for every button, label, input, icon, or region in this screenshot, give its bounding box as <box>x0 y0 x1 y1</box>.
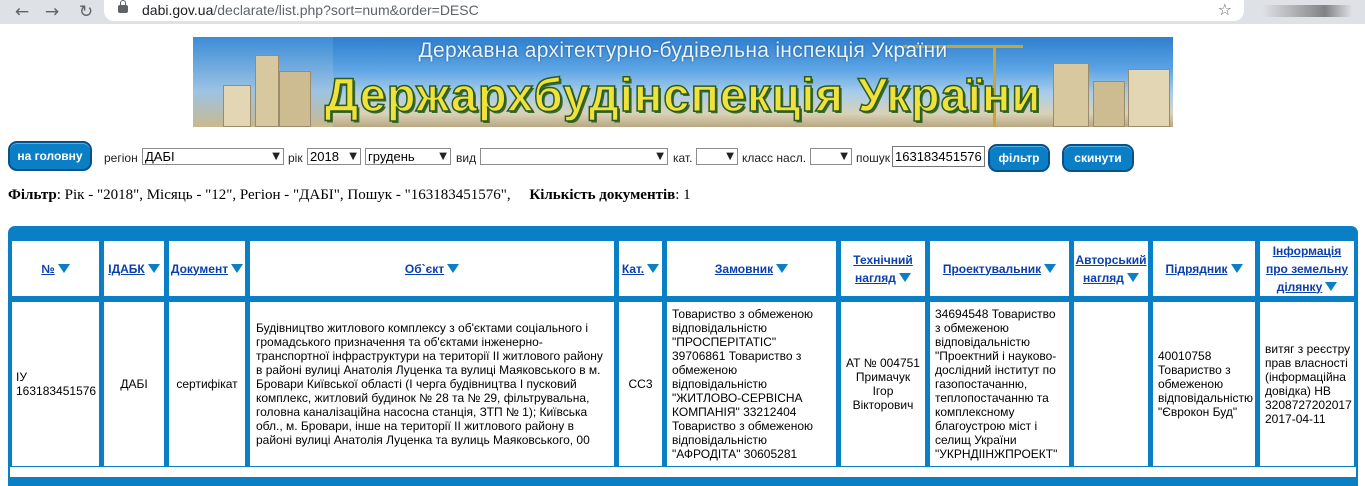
sort-arrow-icon[interactable] <box>1325 281 1338 291</box>
cell-designer: 34694548 Товариство з обмеженою відповід… <box>929 301 1070 467</box>
sort-arrow-icon[interactable] <box>231 264 244 273</box>
banner-title: Держархбудінспекція України <box>324 67 1042 122</box>
year-select[interactable]: 2018 ▼ <box>307 148 361 165</box>
sort-arrow-icon[interactable] <box>447 264 460 273</box>
chevron-down-icon: ▼ <box>349 151 357 162</box>
header-land-info[interactable]: Інформація про земельну ділянку <box>1259 240 1355 297</box>
browser-toolbar: ← → ↻ dabi.gov.ua/declarate/list.php?sor… <box>0 0 1365 24</box>
filter-button[interactable]: фільтр <box>988 144 1050 172</box>
sort-arrow-icon[interactable] <box>147 264 160 273</box>
header-category[interactable]: Кат. <box>618 240 663 297</box>
extensions-area <box>1262 5 1352 17</box>
sort-arrow-icon[interactable] <box>1044 264 1057 273</box>
cell-document: сертифікат <box>168 301 246 467</box>
class-select[interactable]: ▼ <box>810 148 852 165</box>
lock-icon <box>118 0 128 13</box>
region-select[interactable]: ДАБІ ▼ <box>142 148 284 165</box>
chevron-down-icon: ▼ <box>439 151 447 162</box>
sort-arrow-icon[interactable] <box>1230 264 1243 273</box>
cell-land-info: витяг з реєстру прав власності (інформац… <box>1259 301 1355 467</box>
cell-category: СС3 <box>618 301 663 467</box>
reload-icon[interactable]: ↻ <box>76 2 96 22</box>
header-num[interactable]: № <box>11 240 100 297</box>
cell-author-supervision <box>1073 301 1149 467</box>
sort-arrow-icon[interactable] <box>1126 272 1139 282</box>
chevron-down-icon: ▼ <box>726 151 734 162</box>
url-text[interactable]: dabi.gov.ua/declarate/list.php?sort=num&… <box>142 2 479 18</box>
header-tech-supervision[interactable]: Технічний нагляд <box>840 240 926 297</box>
category-select[interactable]: ▼ <box>696 148 738 165</box>
class-label: класс насл. <box>742 151 807 165</box>
header-designer[interactable]: Проектувальник <box>929 240 1070 297</box>
sort-arrow-icon[interactable] <box>57 264 70 273</box>
header-object[interactable]: Об`єкт <box>249 240 615 297</box>
filter-summary: Фільтр: Рік - "2018", Місяць - "12", Рег… <box>8 187 691 203</box>
chevron-down-icon: ▼ <box>656 151 664 162</box>
back-icon[interactable]: ← <box>12 2 32 22</box>
region-label: регіон <box>104 151 138 165</box>
address-bar[interactable]: dabi.gov.ua/declarate/list.php?sort=num&… <box>104 0 1244 21</box>
cell-customer: Товариство з обмеженою відповідальністю … <box>666 301 837 467</box>
type-select[interactable]: ▼ <box>480 148 668 165</box>
category-label: кат. <box>673 151 693 165</box>
site-banner[interactable]: Державна архітектурно-будівельна інспекц… <box>193 37 1173 127</box>
header-customer[interactable]: Замовник <box>666 240 837 297</box>
cell-tech-supervision: АТ № 004751 Примачук Ігор Вікторович <box>840 301 926 467</box>
cell-object: Будівництво житлового комплексу з об'єкт… <box>249 301 615 467</box>
cell-contractor: 40010758 Товариство з обмеженою відповід… <box>1152 301 1256 467</box>
cell-num: ІУ 163183451576 <box>11 301 100 467</box>
reset-button[interactable]: скинути <box>1062 144 1134 172</box>
header-contractor[interactable]: Підрядник <box>1152 240 1256 297</box>
chevron-down-icon: ▼ <box>840 151 848 162</box>
header-document[interactable]: Документ <box>168 240 246 297</box>
bookmark-star-icon[interactable]: ☆ <box>1218 0 1232 19</box>
table-bottom <box>8 467 1358 477</box>
forward-icon[interactable]: → <box>42 2 62 22</box>
search-label: пошук <box>856 151 891 165</box>
sort-arrow-icon[interactable] <box>776 264 789 273</box>
home-button[interactable]: на головну <box>8 141 92 171</box>
month-select[interactable]: грудень ▼ <box>365 148 451 165</box>
header-idabk[interactable]: ІДАБК <box>103 240 165 297</box>
search-input[interactable]: 163183451576 <box>892 146 985 167</box>
sort-arrow-icon[interactable] <box>898 272 911 282</box>
sort-arrow-icon[interactable] <box>647 264 660 273</box>
cell-idabk: ДАБІ <box>103 301 165 467</box>
year-label: рік <box>288 151 303 165</box>
chevron-down-icon: ▼ <box>272 151 280 162</box>
banner-subtitle: Державна архітектурно-будівельна інспекц… <box>418 39 948 62</box>
header-author-supervision[interactable]: Авторський нагляд <box>1073 240 1149 297</box>
type-label: вид <box>456 151 477 165</box>
